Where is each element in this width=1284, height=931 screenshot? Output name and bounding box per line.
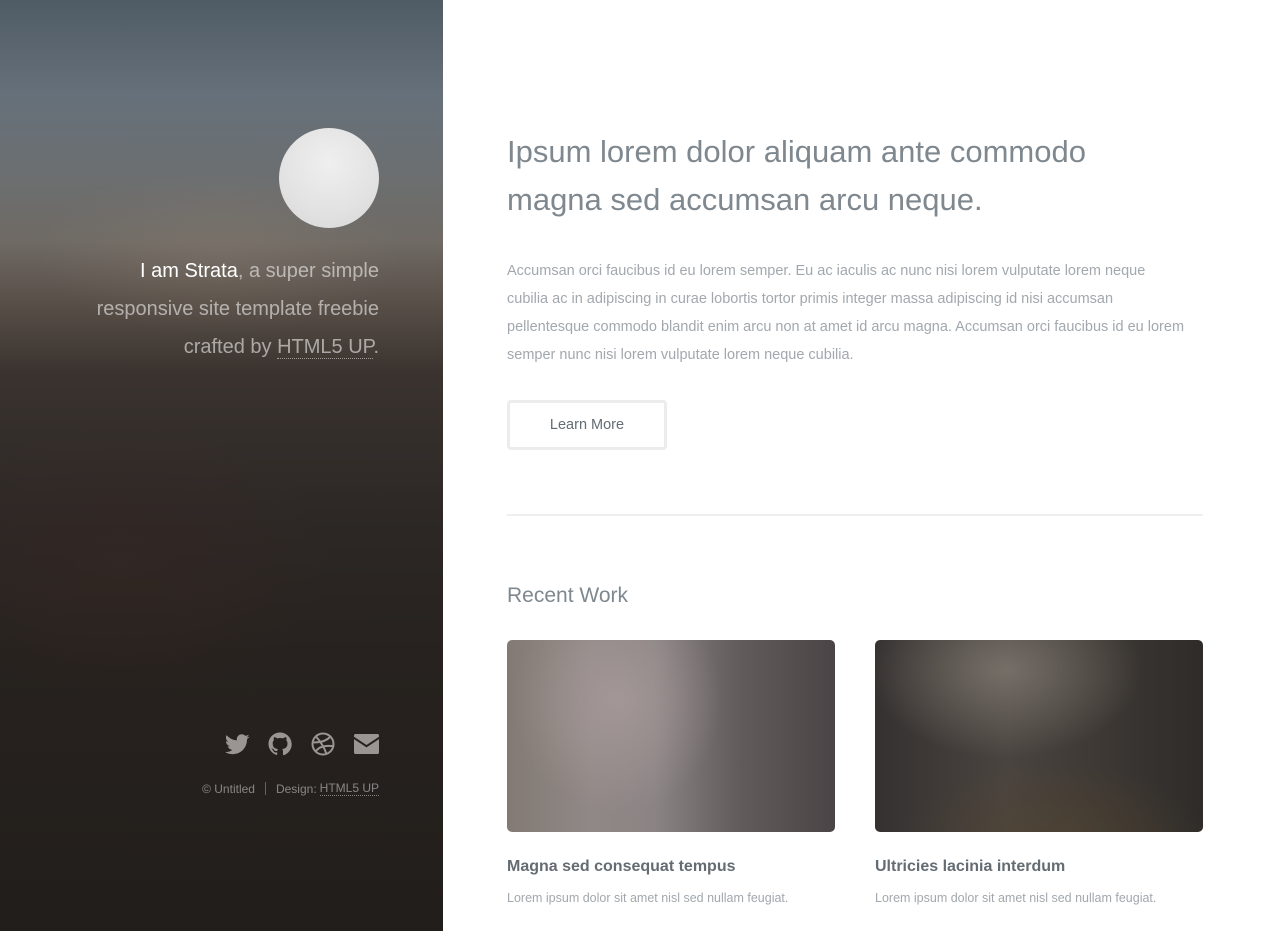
copyright-separator xyxy=(264,782,266,795)
work-item: Ultricies lacinia interdum Lorem ipsum d… xyxy=(875,640,1203,905)
learn-more-button[interactable]: Learn More xyxy=(507,400,667,450)
recent-work-title: Recent Work xyxy=(507,584,628,607)
copyright-text: © Untitled xyxy=(202,781,255,796)
sidebar: I am Strata, a super simple responsive s… xyxy=(0,0,443,931)
intro-text: I am Strata, a super simple responsive s… xyxy=(49,252,379,366)
github-icon[interactable] xyxy=(267,731,293,757)
main-content: Ipsum lorem dolor aliquam ante commodo m… xyxy=(443,0,1284,931)
work-item-description: Lorem ipsum dolor sit amet nisl sed null… xyxy=(875,891,1157,905)
design-credit-link[interactable]: HTML5 UP xyxy=(319,781,379,796)
section-divider xyxy=(507,514,1203,516)
copyright: © Untitled Design: HTML5 UP xyxy=(202,781,379,796)
intro-end: . xyxy=(373,336,379,358)
work-item-title[interactable]: Magna sed consequat tempus xyxy=(507,858,736,876)
work-item-description: Lorem ipsum dolor sit amet nisl sed null… xyxy=(507,891,789,905)
social-links xyxy=(224,731,379,757)
intro-paragraph: Accumsan orci faucibus id eu lorem sempe… xyxy=(507,263,1185,363)
dribbble-icon[interactable] xyxy=(310,731,336,757)
work-thumbnail[interactable] xyxy=(875,640,1203,832)
work-item: Magna sed consequat tempus Lorem ipsum d… xyxy=(507,640,835,905)
work-thumbnail[interactable] xyxy=(507,640,835,832)
envelope-icon[interactable] xyxy=(353,731,379,757)
avatar xyxy=(279,128,379,228)
design-label: Design: xyxy=(275,781,317,796)
intro-name: I am Strata xyxy=(140,260,238,282)
page-headline: Ipsum lorem dolor aliquam ante commodo m… xyxy=(507,134,1086,217)
work-item-title[interactable]: Ultricies lacinia interdum xyxy=(875,858,1065,876)
twitter-icon[interactable] xyxy=(224,731,250,757)
intro-html5up-link[interactable]: HTML5 UP xyxy=(277,336,374,359)
